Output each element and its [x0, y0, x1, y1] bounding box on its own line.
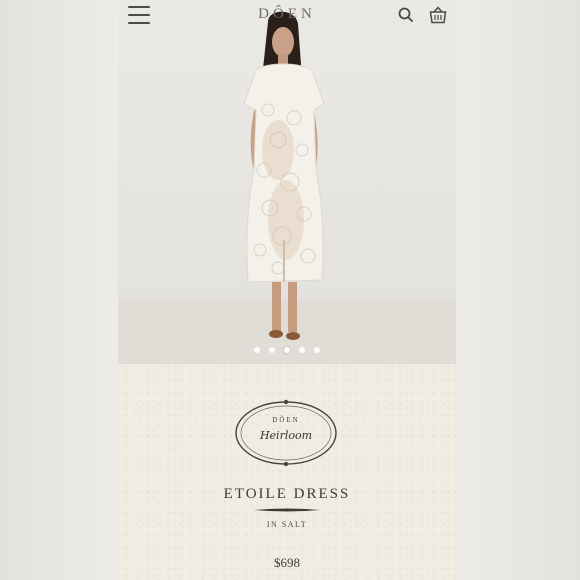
carousel-dot[interactable] [299, 347, 305, 353]
seal-collection: Heirloom [259, 429, 313, 442]
divider [254, 508, 320, 512]
brand-logo[interactable]: DÔEN [118, 6, 456, 23]
blurred-background-left [0, 0, 118, 580]
product-info: DÔEN Heirloom ETOILE DRESS IN SALT $698 [118, 364, 456, 580]
seal-brand: DÔEN [272, 416, 300, 424]
carousel-dot[interactable] [269, 347, 275, 353]
carousel-dot[interactable] [314, 347, 320, 353]
carousel-dot-active[interactable] [284, 347, 290, 353]
product-page: DÔEN DÔEN Heirloom ETOILE DRESS IN SALT … [118, 0, 456, 580]
model-photo [118, 11, 456, 364]
product-title: ETOILE DRESS [223, 486, 351, 502]
product-variant: IN SALT [266, 520, 308, 529]
heirloom-seal: DÔEN Heirloom [233, 398, 339, 468]
carousel-dot[interactable] [254, 347, 260, 353]
top-nav: DÔEN [118, 0, 456, 30]
blurred-background-right [456, 0, 580, 580]
product-image[interactable] [118, 0, 456, 364]
carousel-dots [118, 347, 456, 353]
product-price: $698 [274, 555, 300, 570]
